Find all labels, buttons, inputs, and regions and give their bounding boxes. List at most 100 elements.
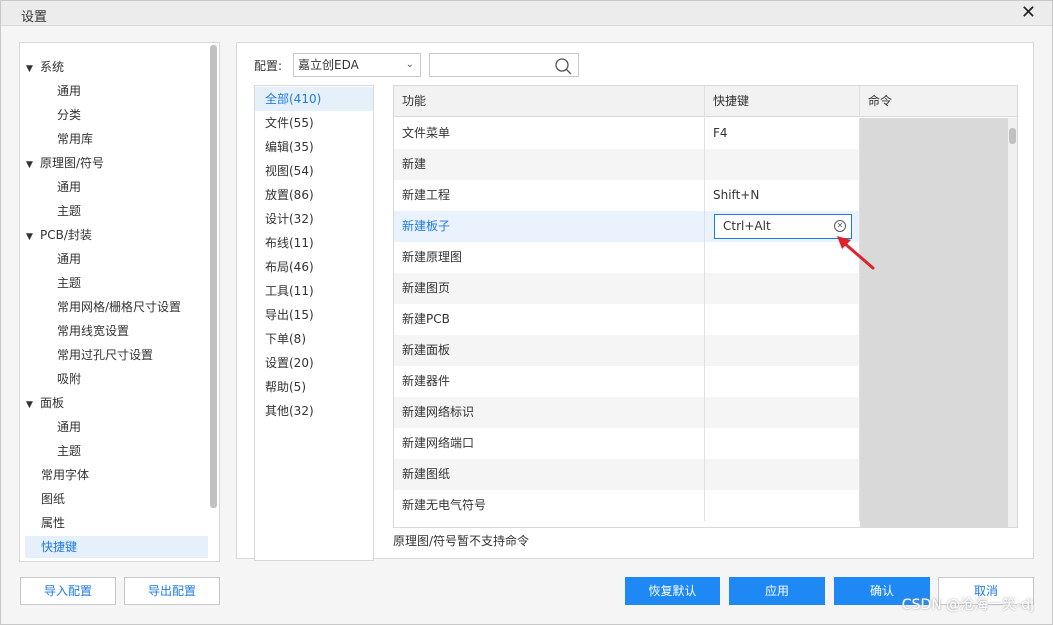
table-row[interactable]: 新建工程 Shift+N [394, 180, 860, 211]
shortcut-cell[interactable] [705, 397, 860, 428]
tree-item[interactable]: 主题 [57, 440, 81, 462]
category-item[interactable]: 布局(46) [255, 255, 373, 279]
tree-item-label: 快捷键 [41, 540, 78, 554]
restore-default-button[interactable]: 恢复默认 [625, 577, 720, 605]
table-row[interactable]: 新建图页 [394, 273, 860, 304]
function-cell: 新建板子 [394, 211, 705, 242]
tree-item-label: PCB/封装 [40, 228, 92, 242]
header-shortcut: 快捷键 [705, 86, 860, 117]
tree-item[interactable]: 通用 [57, 80, 81, 102]
category-item[interactable]: 布线(11) [255, 231, 373, 255]
tree-item[interactable]: 常用字体 [41, 464, 89, 486]
category-item[interactable]: 工具(11) [255, 279, 373, 303]
category-item[interactable]: 文件(55) [255, 111, 373, 135]
tree-scrollbar[interactable] [210, 45, 217, 508]
tree-item[interactable]: 通用 [57, 416, 81, 438]
shortcut-cell[interactable]: Shift+N [705, 180, 860, 211]
table-row[interactable]: 新建PCB [394, 304, 860, 335]
table-scrollbar[interactable] [1009, 128, 1016, 144]
tree-item-label: 主题 [57, 276, 82, 290]
watermark: CSDN @沧海一笑-dj [901, 597, 1034, 613]
tree-item[interactable]: 常用线宽设置 [57, 320, 129, 342]
tree-item[interactable]: ▼ 原理图/符号 [26, 152, 104, 174]
shortcut-table: 功能 快捷键 命令 文件菜单 F4 新建 新建工程 Shift+N 新建板子 Ctrl+Al… [393, 85, 1018, 528]
tree-item[interactable]: ▼ 面板 [26, 392, 64, 414]
apply-button[interactable]: 应用 [729, 577, 825, 605]
export-config-button[interactable]: 导出配置 [124, 577, 220, 605]
tree-item[interactable]: 通用 [57, 176, 81, 198]
category-item[interactable]: 设置(20) [255, 351, 373, 375]
settings-dialog: 设置 ✕ ▼ 系统 通用 分类 常用库 ▼ 原理图/符号 通用 主题 ▼ PCB/封装 通用 主题 常用网… [0, 0, 1053, 625]
command-column [860, 118, 1010, 527]
category-list: 全部(410) 文件(55) 编辑(35) 视图(54) 放置(86) 设计(32) 布线(… [254, 85, 374, 561]
tree-item[interactable]: 属性 [41, 512, 65, 534]
tree-item[interactable]: 常用库 [57, 128, 93, 150]
tree-item-label: 属性 [41, 516, 66, 530]
shortcut-cell[interactable] [705, 428, 860, 459]
command-note: 原理图/符号暂不支持命令 [393, 534, 530, 548]
settings-tree: ▼ 系统 通用 分类 常用库 ▼ 原理图/符号 通用 主题 ▼ PCB/封装 通用 主题 常用网格/栅格尺… [19, 42, 220, 562]
table-row[interactable]: 新建器件 [394, 366, 860, 397]
category-item[interactable]: 放置(86) [255, 183, 373, 207]
tree-item[interactable]: ▼ PCB/封装 [26, 224, 92, 246]
shortcut-cell[interactable] [705, 304, 860, 335]
config-select[interactable]: 嘉立创EDA ⌄ [293, 53, 421, 77]
table-row[interactable]: 新建 [394, 149, 860, 180]
function-cell: 新建图页 [394, 273, 705, 304]
table-row[interactable]: 新建网络标识 [394, 397, 860, 428]
function-cell: 新建原理图 [394, 242, 705, 273]
tree-item[interactable]: 常用网格/栅格尺寸设置 [57, 296, 181, 318]
tree-item[interactable]: 主题 [57, 272, 81, 294]
table-row[interactable]: 新建无电气符号 [394, 490, 860, 521]
function-cell: 新建 [394, 149, 705, 180]
tree-item-label: 面板 [40, 396, 65, 410]
function-cell: 新建面板 [394, 335, 705, 366]
shortcut-cell[interactable]: F4 [705, 118, 860, 149]
header-command: 命令 [860, 86, 1017, 117]
shortcut-cell[interactable] [705, 273, 860, 304]
title-bar: 设置 ✕ [1, 1, 1052, 26]
table-row[interactable]: 文件菜单 F4 [394, 118, 860, 149]
expand-triangle-icon[interactable]: ▼ [26, 58, 40, 80]
table-scrollbar-track[interactable] [1008, 118, 1017, 527]
category-item[interactable]: 编辑(35) [255, 135, 373, 159]
tree-item[interactable]: 常用过孔尺寸设置 [57, 344, 153, 366]
tree-item[interactable]: 分类 [57, 104, 81, 126]
shortcut-cell[interactable] [705, 149, 860, 180]
tree-item[interactable]: 图纸 [41, 488, 65, 510]
shortcut-cell[interactable] [705, 459, 860, 490]
table-row[interactable]: 新建图纸 [394, 459, 860, 490]
shortcut-cell[interactable] [705, 366, 860, 397]
table-row[interactable]: 新建板子 Ctrl+Alt ✕ [394, 211, 860, 242]
shortcut-cell[interactable] [705, 335, 860, 366]
table-row[interactable]: 新建面板 [394, 335, 860, 366]
tree-item-label: 分类 [57, 108, 82, 122]
shortcut-panel: 配置: 嘉立创EDA ⌄ 全部(410) 文件(55) 编辑(35) 视图(54) 放置… [236, 42, 1034, 561]
category-item[interactable]: 帮助(5) [255, 375, 373, 399]
close-icon[interactable]: ✕ [1021, 2, 1036, 23]
tree-item[interactable]: ▼ 系统 [26, 56, 64, 78]
tree-item-label: 常用线宽设置 [57, 324, 130, 338]
category-item[interactable]: 视图(54) [255, 159, 373, 183]
shortcut-cell[interactable] [705, 490, 860, 521]
tree-item[interactable]: 吸附 [57, 368, 81, 390]
import-config-button[interactable]: 导入配置 [20, 577, 116, 605]
category-item[interactable]: 全部(410) [255, 87, 373, 111]
category-item[interactable]: 下单(8) [255, 327, 373, 351]
chevron-down-icon: ⌄ [405, 59, 414, 70]
category-item[interactable]: 其他(32) [255, 399, 373, 423]
category-item[interactable]: 导出(15) [255, 303, 373, 327]
table-row[interactable]: 新建原理图 [394, 242, 860, 273]
expand-triangle-icon[interactable]: ▼ [26, 226, 40, 248]
header-function: 功能 [394, 86, 705, 117]
tree-item[interactable]: 主题 [57, 200, 81, 222]
expand-triangle-icon[interactable]: ▼ [26, 394, 40, 416]
table-row[interactable]: 新建网络端口 [394, 428, 860, 459]
tree-item[interactable]: 通用 [57, 248, 81, 270]
expand-triangle-icon[interactable]: ▼ [26, 154, 40, 176]
tree-item[interactable]: 快捷键 [25, 536, 208, 558]
tree-item-label: 主题 [57, 444, 82, 458]
shortcut-input-value: Ctrl+Alt [723, 219, 771, 233]
search-input[interactable] [429, 53, 579, 77]
category-item[interactable]: 设计(32) [255, 207, 373, 231]
